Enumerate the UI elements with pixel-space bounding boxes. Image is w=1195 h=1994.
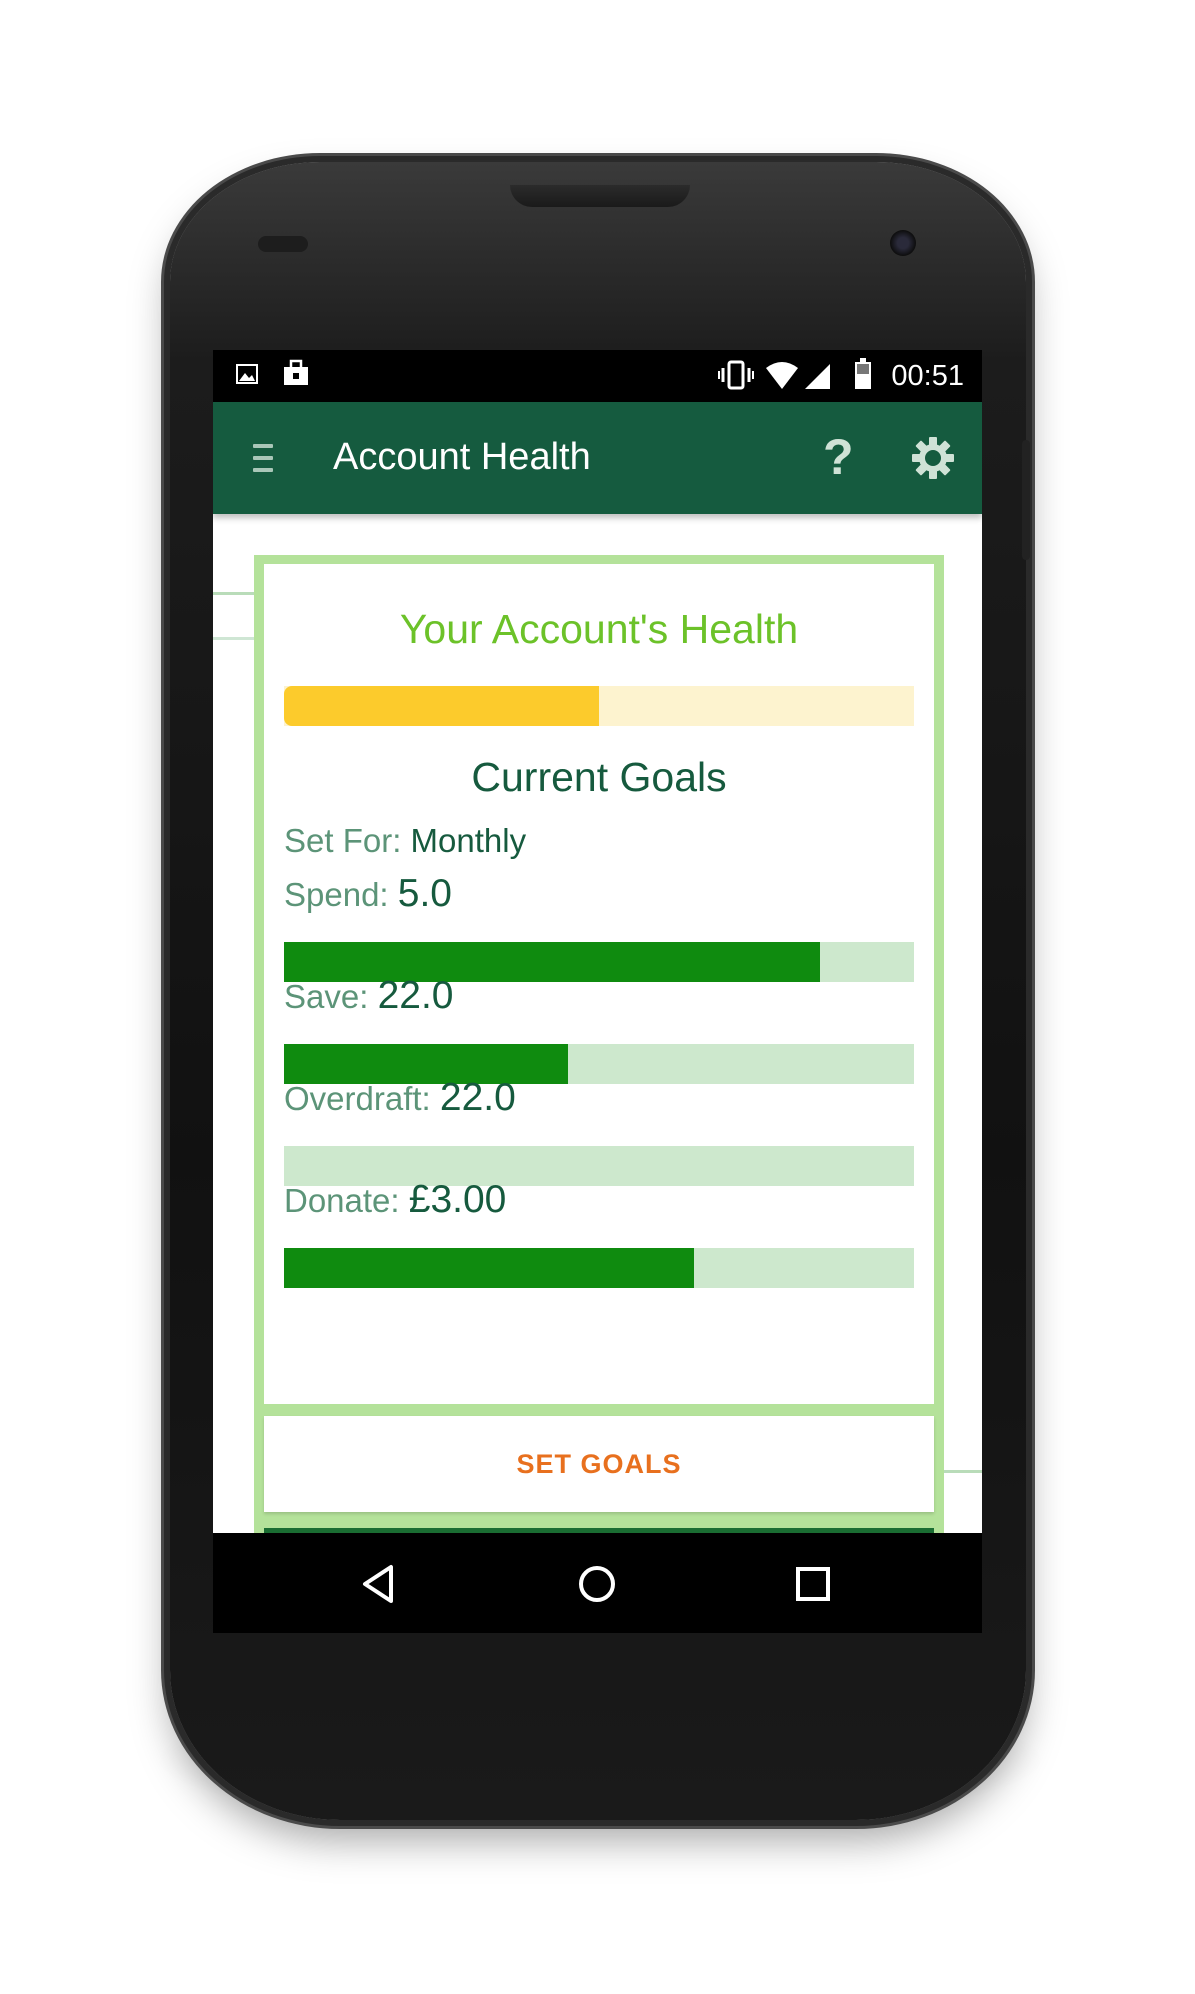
help-button[interactable]: ? (823, 428, 854, 486)
background-line (943, 1470, 982, 1473)
signal-icon (803, 362, 831, 395)
spend-label: Spend: (284, 876, 389, 913)
set-goals-button[interactable]: SET GOALS (264, 1416, 934, 1512)
spend-row: Spend: 5.0 (284, 872, 452, 916)
set-for-value: Monthly (410, 822, 527, 859)
save-label: Save: (284, 978, 369, 1015)
power-button (1022, 440, 1030, 560)
status-bar: 00:51 (213, 350, 982, 402)
app-title: Account Health (333, 436, 591, 478)
donate-progress-fill (284, 1248, 694, 1288)
donate-label: Donate: (284, 1182, 400, 1219)
set-for-label: Set For: (284, 822, 402, 859)
front-camera (890, 230, 916, 256)
overdraft-label: Overdraft: (284, 1080, 431, 1117)
background-line (213, 592, 258, 595)
overdraft-value: 22.0 (439, 1076, 516, 1119)
battery-icon (854, 358, 872, 395)
donate-row: Donate: £3.00 (284, 1178, 506, 1222)
back-icon[interactable] (353, 1557, 407, 1611)
navigation-bar (213, 1533, 982, 1633)
gear-icon[interactable] (911, 436, 955, 480)
background-line (213, 637, 258, 640)
save-value: 22.0 (377, 974, 454, 1017)
image-icon (235, 362, 259, 391)
health-progress-fill (284, 686, 599, 726)
earpiece (510, 185, 690, 207)
clock: 00:51 (891, 360, 964, 392)
vibrate-icon (718, 360, 754, 395)
health-title: Your Account's Health (399, 606, 799, 652)
spend-value: 5.0 (397, 872, 452, 915)
proximity-sensor (258, 236, 308, 252)
device-mockup: 00:51 Account Health ? Your Account's He… (0, 0, 1195, 1994)
wifi-icon (765, 362, 799, 395)
donate-value: £3.00 (408, 1178, 507, 1221)
donate-progress-bar (284, 1248, 914, 1288)
set-for-row: Set For: Monthly (284, 822, 526, 860)
health-progress-bar (284, 686, 914, 726)
overdraft-row: Overdraft: 22.0 (284, 1076, 516, 1120)
home-icon[interactable] (570, 1557, 624, 1611)
current-goals-title: Current Goals (471, 754, 727, 800)
hamburger-menu-icon[interactable] (253, 444, 273, 472)
recents-icon[interactable] (786, 1557, 840, 1611)
phone-screen: 00:51 Account Health ? Your Account's He… (213, 350, 982, 1633)
save-row: Save: 22.0 (284, 974, 453, 1018)
account-health-card: Your Account's Health Current Goals Set … (264, 564, 934, 1404)
app-bar: Account Health ? (213, 402, 982, 514)
shopping-bag-icon (281, 358, 311, 393)
